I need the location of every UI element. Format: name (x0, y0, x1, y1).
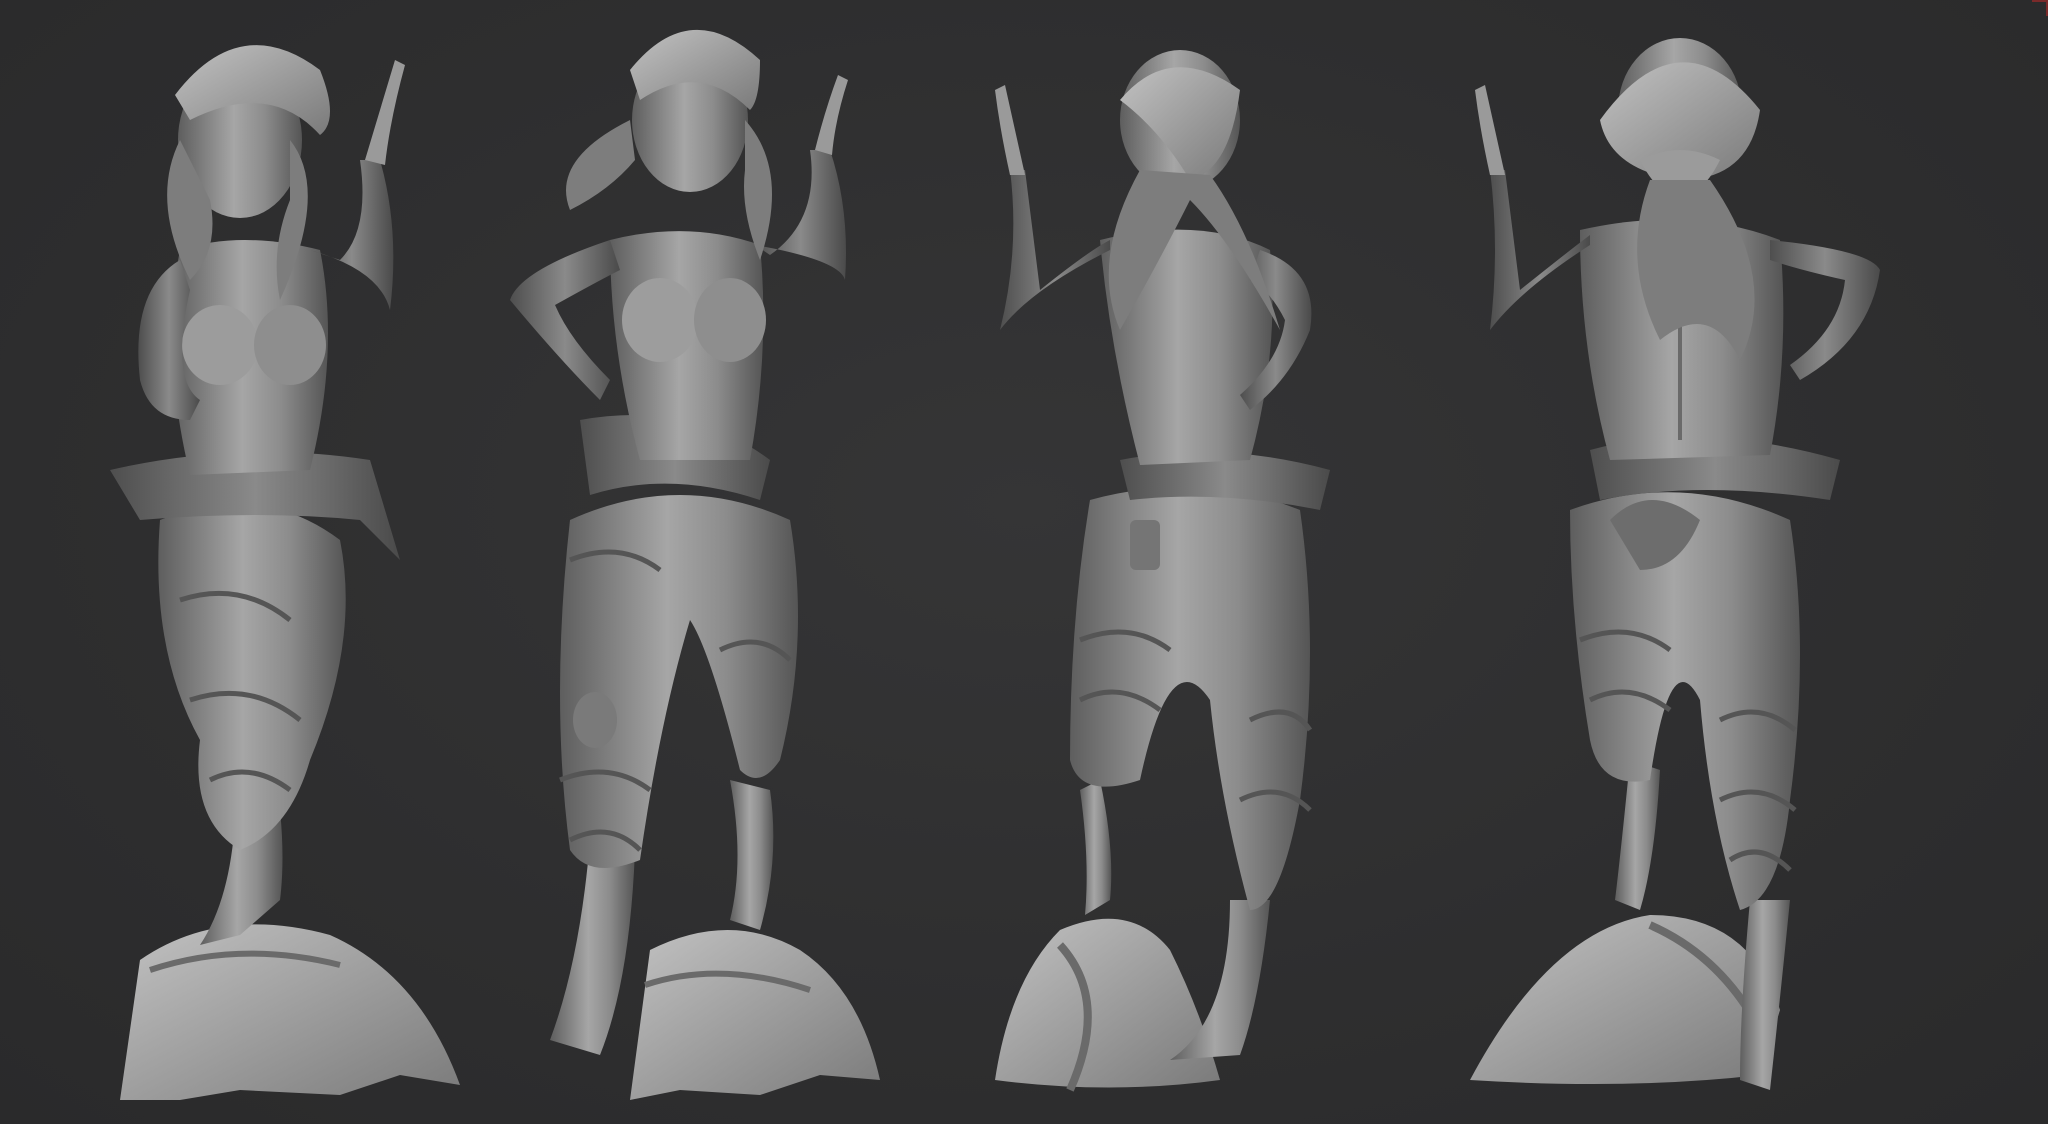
leg (1615, 760, 1660, 910)
helmet-base (630, 930, 880, 1100)
helmet-base (1470, 915, 1780, 1084)
arm-left (510, 240, 620, 400)
arm-left (1490, 170, 1590, 330)
arm-left (1000, 170, 1110, 330)
sculpt-view-back-left (970, 0, 1482, 1124)
render-viewport (0, 0, 2048, 1124)
leg (730, 780, 774, 930)
leg (550, 840, 635, 1055)
pants (158, 504, 346, 850)
leg (1080, 780, 1112, 915)
arm-right (1770, 240, 1880, 380)
helmet-base (120, 924, 460, 1100)
sculpt-view-front (460, 0, 972, 1124)
corner-marker (2032, 0, 2048, 16)
pants (1570, 492, 1800, 910)
sculpt-view-back (1450, 0, 1962, 1124)
leg (1740, 900, 1790, 1090)
helmet-base (995, 918, 1220, 1088)
